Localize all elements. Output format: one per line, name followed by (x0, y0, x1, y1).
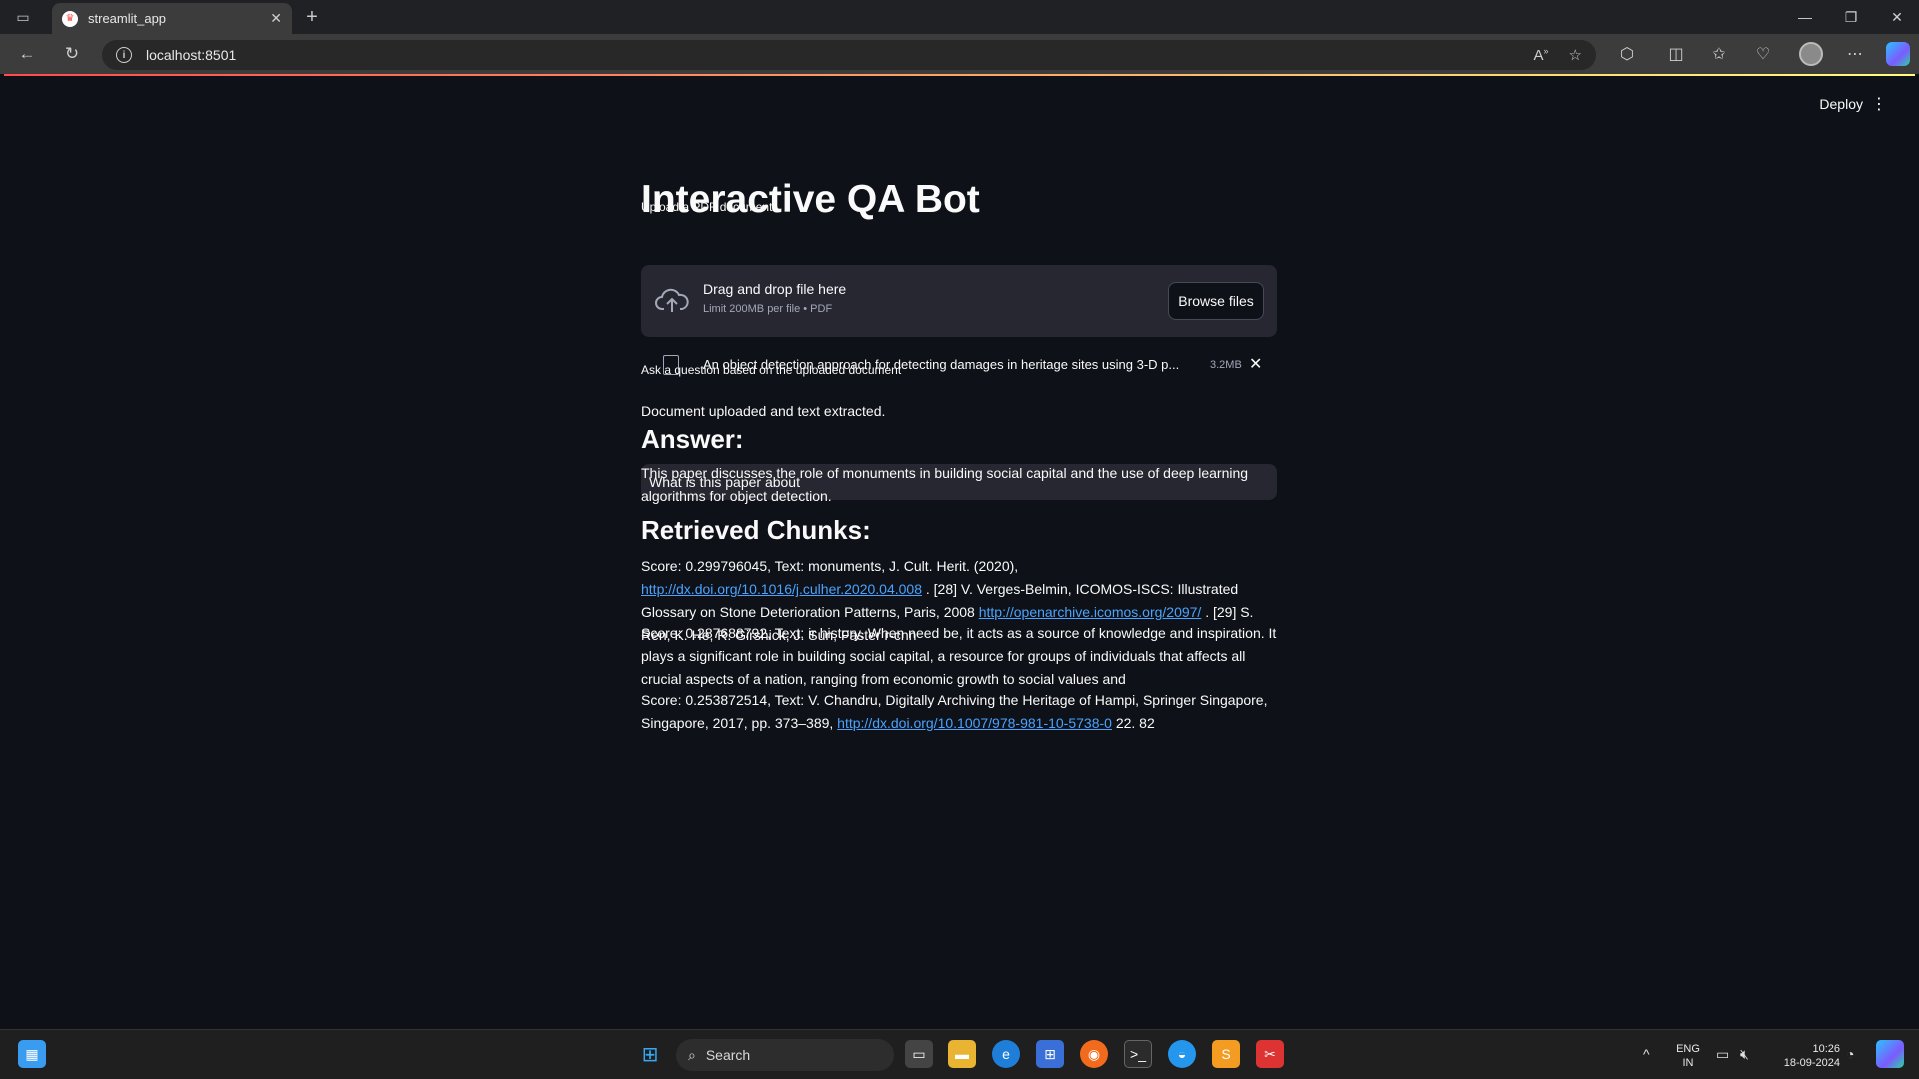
file-dropzone[interactable]: Drag and drop file here Limit 200MB per … (641, 265, 1277, 337)
chunk-text: Score: 0.299796045, Text: monuments, J. … (641, 558, 1019, 574)
browser-tab[interactable]: ♛ streamlit_app ✕ (52, 3, 292, 34)
notifications-icon[interactable]: ◔ (1846, 1046, 1854, 1062)
remove-file-icon[interactable]: ✕ (1249, 354, 1262, 374)
chunk-item: Score: 0.253872514, Text: V. Chandru, Di… (641, 689, 1277, 735)
network-icon[interactable]: ▭ (1716, 1046, 1729, 1063)
read-aloud-icon[interactable]: A» (1534, 46, 1549, 64)
deploy-button[interactable]: Deploy (1819, 96, 1863, 112)
chunk-link[interactable]: http://dx.doi.org/10.1016/j.culher.2020.… (641, 581, 922, 597)
browser-toolbar: ← ↻ i localhost:8501 A» ☆ ⬡ ◫ ✩ ♡ ⋯ (0, 34, 1919, 74)
answer-heading: Answer: (641, 424, 744, 454)
language-primary: ENG (1676, 1043, 1700, 1055)
taskbar-search-label: Search (705, 1047, 751, 1063)
answer-text: This paper discusses the role of monumen… (641, 465, 1249, 504)
window-close-icon[interactable]: ✕ (1883, 6, 1911, 28)
restore-icon[interactable]: ❐ (1837, 6, 1865, 28)
chunk-link[interactable]: http://dx.doi.org/10.1007/978-981-10-573… (837, 715, 1112, 731)
firefox-icon[interactable]: ◉ (1080, 1040, 1108, 1068)
dropzone-title: Drag and drop file here (703, 281, 847, 297)
header-decoration (4, 74, 1915, 76)
upload-label: Upload a PDF document (641, 200, 773, 214)
main-menu-icon[interactable]: ⋮ (1871, 94, 1887, 114)
taskbar-search[interactable]: ⌕ Search (676, 1039, 894, 1071)
start-icon[interactable]: ⊞ (636, 1040, 664, 1068)
reload-icon[interactable]: ↻ (59, 42, 85, 66)
profile-avatar[interactable] (1799, 42, 1823, 66)
chunk-text: 22. 82 (1111, 715, 1155, 731)
question-label: Ask a question based on the uploaded doc… (641, 363, 902, 377)
browser-tab-bar: ▭ ♛ streamlit_app ✕ + — ❐ ✕ (0, 0, 1919, 34)
browse-files-button[interactable]: Browse files (1168, 282, 1264, 320)
file-size: 3.2MB (1210, 359, 1242, 371)
tab-actions-icon[interactable]: ▭ (12, 7, 34, 27)
favorites-icon[interactable]: ✩ (1706, 42, 1732, 66)
clock-date: 18-09-2024 (1783, 1057, 1840, 1069)
extensions-icon[interactable]: ⬡ (1614, 42, 1640, 66)
split-screen-icon[interactable]: ◫ (1663, 42, 1689, 66)
status-message: Document uploaded and text extracted. (641, 403, 886, 419)
terminal-icon[interactable]: >_ (1124, 1040, 1152, 1068)
docker-icon[interactable]: ◒ (1168, 1040, 1196, 1068)
snipping-tool-icon[interactable]: ✂ (1256, 1040, 1284, 1068)
show-hidden-icons-icon[interactable]: ^ (1643, 1046, 1650, 1062)
streamlit-app: Deploy ⋮ Interactive QA Bot Upload a PDF… (4, 74, 1915, 1029)
tab-close-icon[interactable]: ✕ (270, 10, 282, 27)
clock[interactable]: 10:26 18-09-2024 (1768, 1042, 1840, 1070)
language-indicator[interactable]: ENG IN (1672, 1042, 1704, 1070)
widgets-icon[interactable]: ▦ (18, 1040, 46, 1068)
more-options-icon[interactable]: ⋯ (1842, 42, 1868, 66)
volume-muted-icon[interactable]: 🔇︎ (1740, 1046, 1749, 1063)
browser-essentials-icon[interactable]: ♡ (1750, 42, 1776, 66)
search-icon: ⌕ (688, 1046, 696, 1063)
cloud-upload-icon (655, 288, 689, 312)
site-info-icon[interactable]: i (116, 47, 132, 63)
language-secondary: IN (1682, 1057, 1694, 1069)
back-icon[interactable]: ← (14, 42, 40, 66)
chunks-heading: Retrieved Chunks: (641, 515, 871, 545)
store-icon[interactable]: ⊞ (1036, 1040, 1064, 1068)
edge-icon[interactable]: e (992, 1040, 1020, 1068)
address-bar[interactable]: i localhost:8501 A» ☆ (102, 40, 1596, 70)
chunk-text: Score: 0.287688792, Text: ir history. Wh… (641, 625, 1277, 687)
clock-time: 10:26 (1812, 1043, 1840, 1055)
favorite-star-icon[interactable]: ☆ (1569, 46, 1582, 64)
file-explorer-icon[interactable]: ▬ (948, 1040, 976, 1068)
tab-title: streamlit_app (88, 11, 167, 26)
new-tab-icon[interactable]: + (301, 6, 323, 28)
dropzone-limit: Limit 200MB per file • PDF (703, 303, 833, 315)
minimize-icon[interactable]: — (1791, 6, 1819, 28)
chunk-item: Score: 0.287688792, Text: ir history. Wh… (641, 622, 1277, 691)
chunk-link[interactable]: http://openarchive.icomos.org/2097/ (979, 604, 1202, 620)
streamlit-favicon-icon: ♛ (62, 10, 78, 27)
copilot-taskbar-icon[interactable] (1876, 1040, 1904, 1068)
windows-taskbar: ▦ ⊞ ⌕ Search ▭ ▬ e ⊞ ◉ >_ ◒ S ✂ ^ ENG IN… (0, 1029, 1919, 1079)
sublime-text-icon[interactable]: S (1212, 1040, 1240, 1068)
copilot-icon[interactable] (1886, 42, 1910, 66)
task-view-icon[interactable]: ▭ (905, 1040, 933, 1068)
url-text: localhost:8501 (146, 47, 237, 63)
